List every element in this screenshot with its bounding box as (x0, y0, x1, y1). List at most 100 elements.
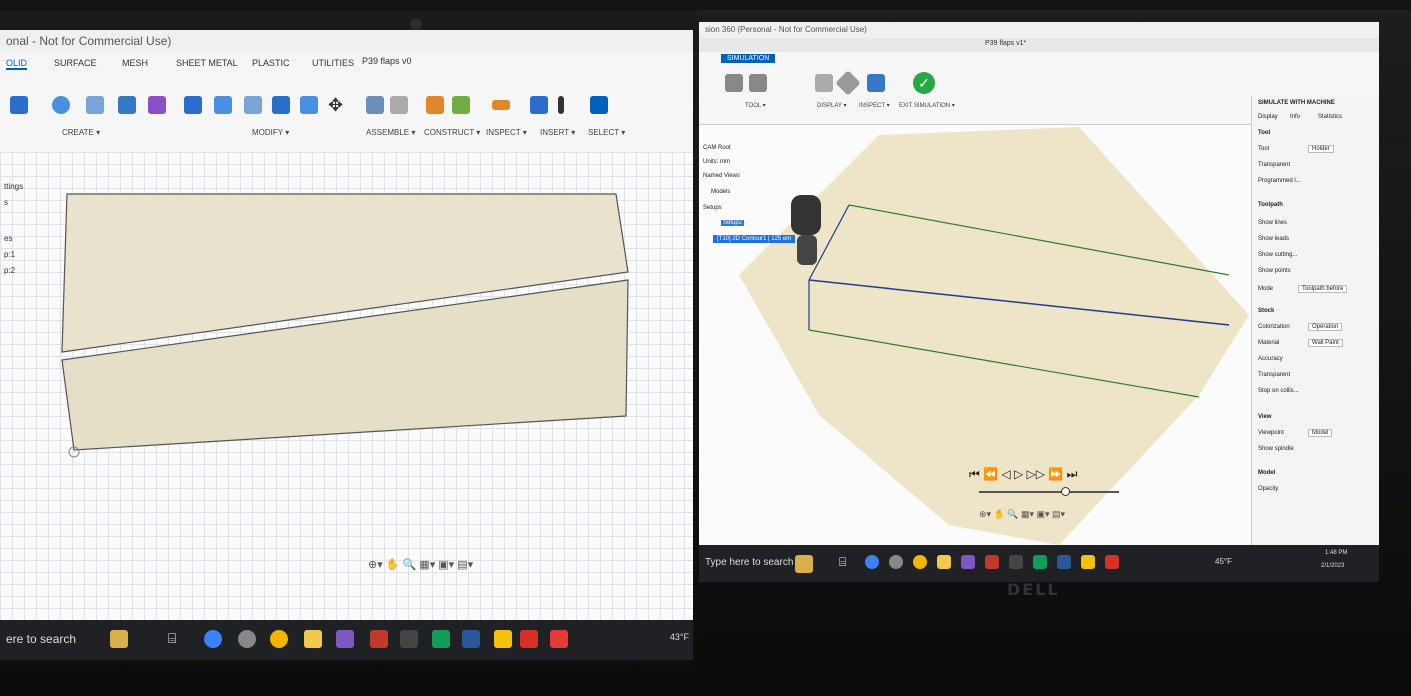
playback-slider[interactable] (979, 491, 1119, 493)
colorization-select[interactable]: Operation (1308, 323, 1343, 331)
move-icon[interactable]: ✥ (328, 96, 346, 114)
section-stock[interactable]: Stock (1258, 308, 1274, 314)
panel-tab-display[interactable]: Display (1258, 114, 1278, 120)
display-icon[interactable] (815, 74, 833, 92)
file-explorer-icon[interactable] (937, 555, 951, 569)
fillet-icon[interactable] (214, 96, 232, 114)
group-display[interactable]: DISPLAY ▾ (817, 102, 846, 109)
mode-select[interactable]: Toolpath before (1298, 285, 1348, 293)
sticky-notes-icon[interactable] (1081, 555, 1095, 569)
group-construct[interactable]: CONSTRUCT ▾ (424, 128, 480, 137)
group-inspect[interactable]: INSPECT ▾ (486, 128, 527, 137)
as-built-joint-icon[interactable] (390, 96, 408, 114)
edge-icon[interactable] (865, 555, 879, 569)
app-icon[interactable] (432, 630, 450, 648)
section-view[interactable]: View (1258, 414, 1272, 420)
browser-item[interactable]: Setups (703, 205, 722, 211)
visual-studio-icon[interactable] (961, 555, 975, 569)
group-insert[interactable]: INSERT ▾ (540, 128, 575, 137)
browser-item[interactable]: Units: mm (703, 159, 730, 165)
exit-simulation-button[interactable]: EXIT SIMULATION ▾ (899, 102, 955, 109)
tab-sheet-metal[interactable]: SHEET METAL (176, 58, 238, 68)
press-pull-icon[interactable] (184, 96, 202, 114)
task-view-icon[interactable]: ⌸ (168, 630, 186, 648)
panel-tab-info[interactable]: Info (1290, 114, 1300, 120)
stock-icon[interactable] (835, 70, 861, 96)
section-model[interactable]: Model (1258, 470, 1275, 476)
navigation-bar[interactable]: ⊕▾ ✋ 🔍 ▦▾ ▣▾ ▤▾ (368, 558, 473, 571)
panel-tab-statistics[interactable]: Statistics (1318, 114, 1342, 120)
word-icon[interactable] (462, 630, 480, 648)
new-component-icon[interactable] (10, 96, 28, 114)
select-icon[interactable] (590, 96, 608, 114)
browser-item[interactable]: Models (711, 189, 730, 195)
chrome-icon[interactable] (913, 555, 927, 569)
group-assemble[interactable]: ASSEMBLE ▾ (366, 128, 415, 137)
group-inspect[interactable]: INSPECT ▾ (859, 102, 890, 109)
playback-controls[interactable]: ⏮ ⏪ ◁ ▷ ▷▷ ⏩ ⏭ (969, 467, 1077, 482)
offset-plane-icon[interactable] (426, 96, 444, 114)
extrude-icon[interactable] (52, 96, 70, 114)
viewpoint-select[interactable]: Model (1308, 429, 1333, 437)
app-icon[interactable] (400, 630, 418, 648)
check-icon[interactable]: ✓ (913, 72, 935, 94)
tool-holder[interactable] (791, 195, 821, 235)
visual-studio-icon[interactable] (336, 630, 354, 648)
tool-cutter[interactable] (797, 235, 817, 265)
midplane-icon[interactable] (452, 96, 470, 114)
browser-item[interactable]: CAM Root (703, 145, 731, 151)
form-icon[interactable] (148, 96, 166, 114)
inspect-icon[interactable] (867, 74, 885, 92)
section-tool[interactable]: Tool (1258, 130, 1270, 136)
widget-icon[interactable] (795, 555, 813, 573)
app-icon[interactable] (1009, 555, 1023, 569)
settings-icon[interactable] (889, 555, 903, 569)
app-icon[interactable] (1033, 555, 1047, 569)
tab-solid[interactable]: OLID (6, 58, 28, 70)
group-select[interactable]: SELECT ▾ (588, 128, 625, 137)
edge-icon[interactable] (204, 630, 222, 648)
fusion-icon[interactable] (985, 555, 999, 569)
acrobat-icon[interactable] (520, 630, 538, 648)
tab-plastic[interactable]: PLASTIC (252, 58, 290, 68)
tool-icon[interactable] (725, 74, 743, 92)
tab-utilities[interactable]: UTILITIES (312, 58, 354, 68)
design-canvas[interactable]: ttings s es p:1 p:2 ⊕▾ ✋ 🔍 ▦▾ ▣▾ ▤▾ (0, 152, 693, 620)
widget-icon[interactable] (110, 630, 128, 648)
taskbar-search[interactable]: Type here to search (705, 557, 793, 568)
acrobat-icon[interactable] (1105, 555, 1119, 569)
holder-icon[interactable] (749, 74, 767, 92)
combine-icon[interactable] (272, 96, 290, 114)
task-view-icon[interactable]: ⌸ (839, 555, 857, 573)
browser-item[interactable]: Named Views (703, 173, 740, 179)
insert-image-icon[interactable] (530, 96, 548, 114)
tab-surface[interactable]: SURFACE (54, 58, 97, 68)
stock-body[interactable] (739, 127, 1249, 545)
revolve-icon[interactable] (86, 96, 104, 114)
group-tool[interactable]: TOOL ▾ (745, 102, 766, 109)
measure-icon[interactable] (492, 100, 510, 110)
insert-pin-icon[interactable] (558, 96, 564, 114)
word-icon[interactable] (1057, 555, 1071, 569)
simulation-viewport[interactable]: CAM Root Units: mm Named Views Models Se… (699, 125, 1251, 545)
sticky-notes-icon[interactable] (494, 630, 512, 648)
joint-icon[interactable] (366, 96, 384, 114)
group-create[interactable]: CREATE ▾ (62, 128, 100, 137)
tab-mesh[interactable]: MESH (122, 58, 148, 68)
playback-handle[interactable] (1061, 487, 1070, 496)
file-explorer-icon[interactable] (304, 630, 322, 648)
scale-icon[interactable] (300, 96, 318, 114)
tool-select[interactable]: Holder (1308, 145, 1334, 153)
tab-simulation[interactable]: SIMULATION (721, 54, 776, 63)
navigation-bar[interactable]: ⊕▾ ✋ 🔍 ▦▾ ▣▾ ▤▾ (979, 509, 1065, 520)
browser-item[interactable]: Setup2 (721, 220, 745, 226)
sketch-icon[interactable] (118, 96, 136, 114)
shell-icon[interactable] (244, 96, 262, 114)
taskbar-search[interactable]: ere to search (6, 632, 76, 646)
operation-item[interactable]: [T10] 2D Contour1 | 125 em (713, 235, 796, 243)
section-toolpath[interactable]: Toolpath (1258, 202, 1283, 208)
settings-icon[interactable] (238, 630, 256, 648)
fusion-icon[interactable] (370, 630, 388, 648)
app-icon[interactable] (550, 630, 568, 648)
group-modify[interactable]: MODIFY ▾ (252, 128, 289, 137)
